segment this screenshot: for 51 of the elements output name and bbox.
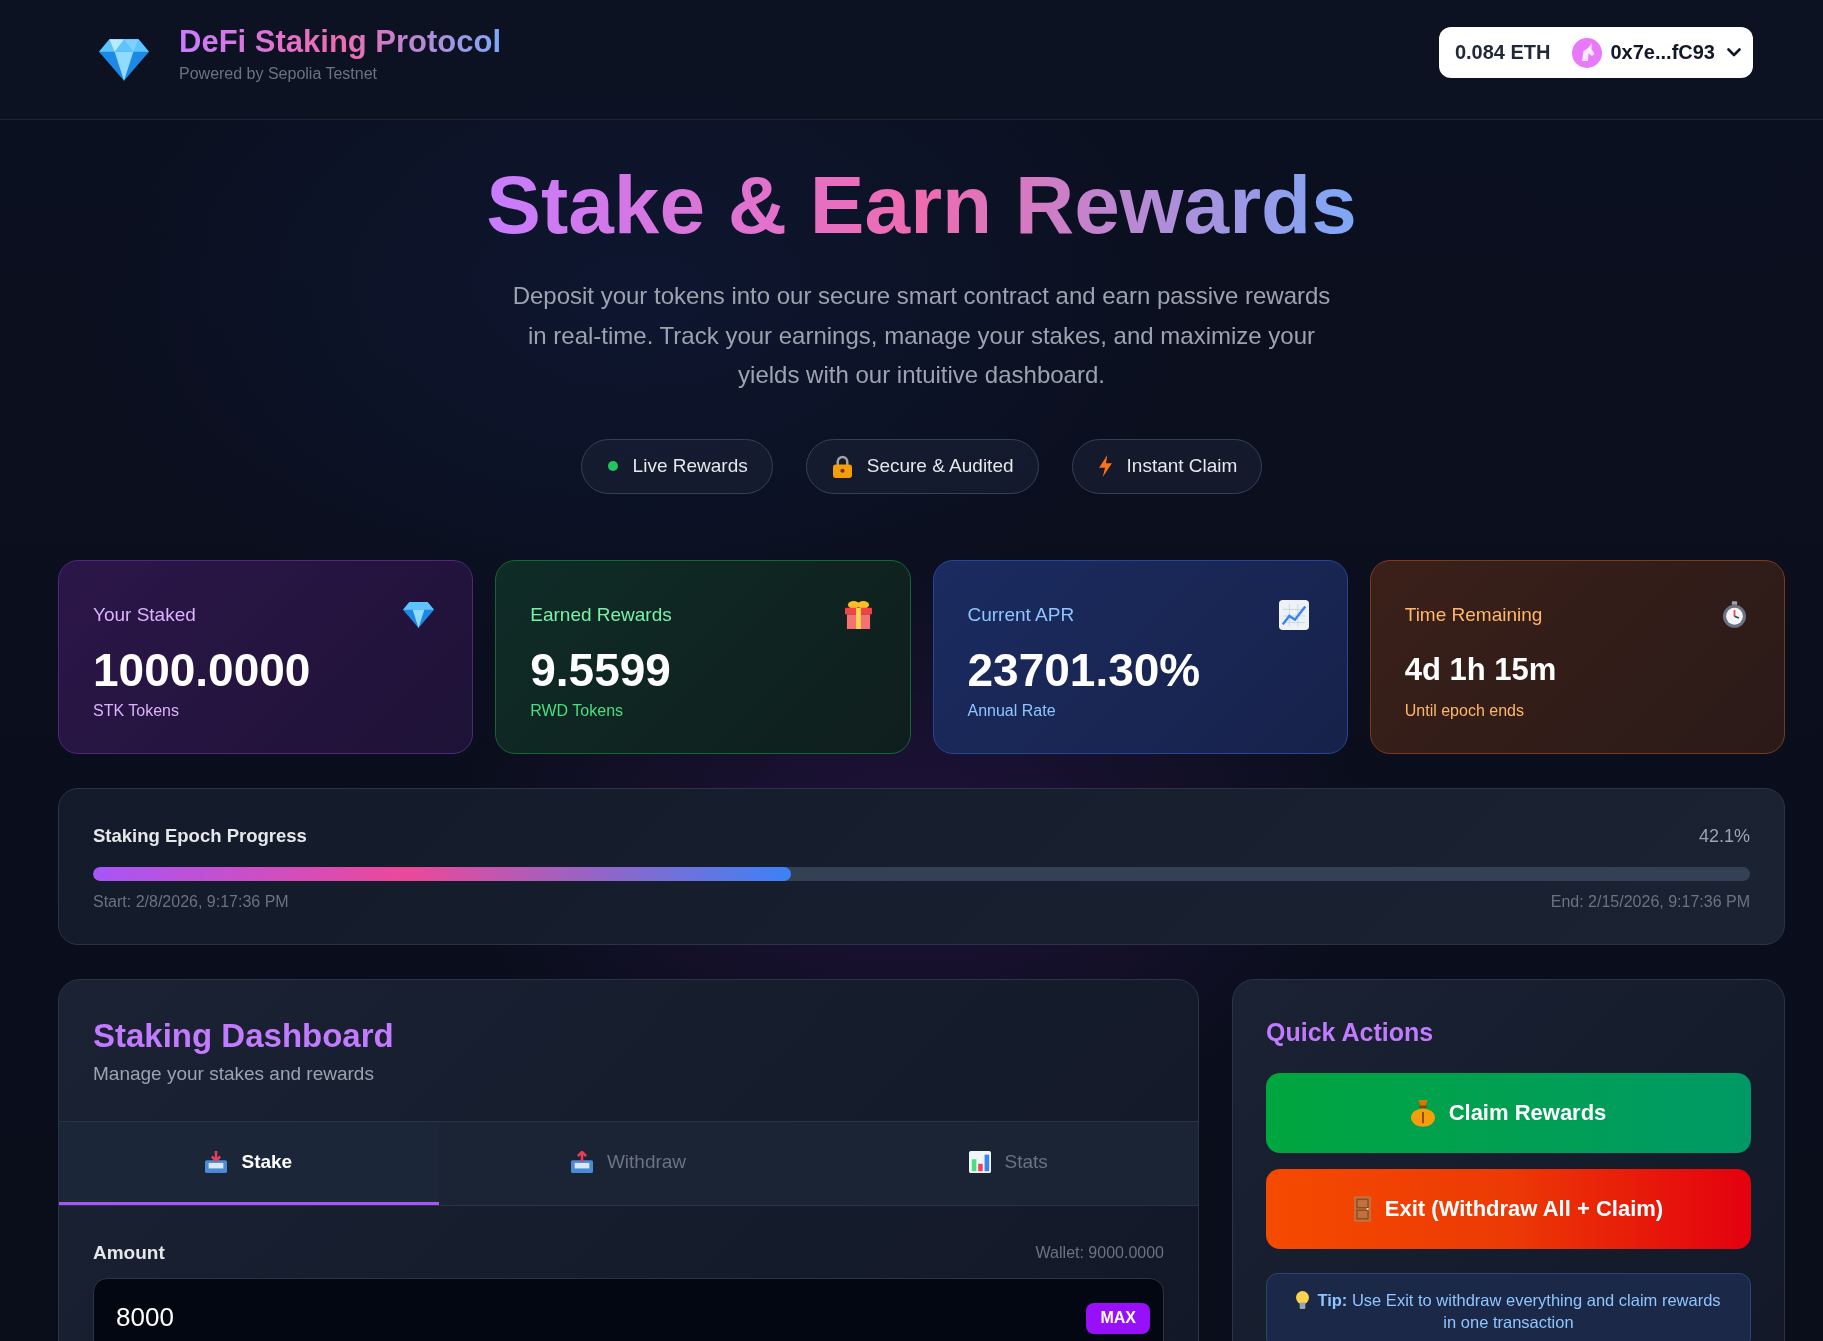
progress-title: Staking Epoch Progress bbox=[93, 823, 307, 848]
diamond-icon bbox=[99, 38, 149, 81]
badge-label: Live Rewards bbox=[632, 455, 748, 477]
bar-chart-icon bbox=[968, 1150, 991, 1173]
account-button[interactable]: 0x7e...fC93 bbox=[1572, 37, 1741, 68]
stat-caption: STK Tokens bbox=[93, 700, 180, 721]
money-bag-icon bbox=[1410, 1098, 1435, 1127]
diamond-icon bbox=[403, 601, 435, 628]
epoch-start: Start: 2/8/2026, 9:17:36 PM bbox=[93, 891, 289, 912]
panel-title: Quick Actions bbox=[1266, 1016, 1435, 1048]
status-dot-icon bbox=[607, 461, 618, 471]
stat-label: Your Staked bbox=[93, 603, 196, 626]
badge-label: Secure & Audited bbox=[866, 455, 1014, 477]
stat-label: Earned Rewards bbox=[530, 603, 672, 626]
stat-value: 1000.0000 bbox=[93, 642, 312, 698]
progress-percent: 42.1% bbox=[1698, 824, 1750, 848]
badge-label: Instant Claim bbox=[1126, 455, 1238, 477]
lightbulb-icon bbox=[1296, 1290, 1310, 1309]
door-icon bbox=[1353, 1195, 1371, 1222]
line-chart-icon bbox=[1278, 599, 1309, 630]
lock-icon bbox=[832, 454, 852, 478]
tray-arrow-down-icon bbox=[205, 1150, 228, 1173]
wallet-balance: 0.084 ETH bbox=[1454, 41, 1551, 64]
tip-text: Tip: Use Exit to withdraw everything and claim rewards in one transaction bbox=[1317, 1290, 1721, 1331]
tray-arrow-up-icon bbox=[570, 1150, 593, 1173]
exit-button[interactable]: Exit (Withdraw All + Claim) bbox=[1266, 1168, 1751, 1249]
app-subtitle: Powered by Sepolia Testnet bbox=[179, 63, 378, 84]
panel-subtitle: Manage your stakes and rewards bbox=[93, 1061, 375, 1086]
panel-title: Staking Dashboard bbox=[93, 1015, 395, 1056]
stat-caption: Until epoch ends bbox=[1404, 700, 1525, 721]
stat-caption: RWD Tokens bbox=[530, 700, 625, 721]
stat-value: 4d 1h 15m bbox=[1404, 650, 1558, 689]
chevron-down-icon bbox=[1727, 48, 1741, 57]
wallet-balance-note: Wallet: 9000.0000 bbox=[1035, 1242, 1164, 1263]
stopwatch-icon bbox=[1723, 601, 1746, 628]
claim-rewards-button[interactable]: Claim Rewards bbox=[1266, 1072, 1751, 1153]
stat-value: 9.5599 bbox=[530, 642, 672, 698]
gift-icon bbox=[844, 600, 872, 629]
tab[interactable]: Stats bbox=[818, 1121, 1198, 1205]
avatar-icon bbox=[1572, 37, 1603, 68]
hero-description: Deposit your tokens into our secure smart contract and earn passive rewards in real-time. Track your earnings, manage your stakes, and maximize your yields with our intuitive dashboard. bbox=[511, 281, 1332, 390]
stat-value: 23701.30% bbox=[967, 642, 1202, 698]
tab[interactable]: Stake bbox=[59, 1121, 439, 1205]
field-label: Amount bbox=[93, 1241, 165, 1264]
stat-caption: Annual Rate bbox=[967, 700, 1057, 721]
stat-label: Current APR bbox=[967, 603, 1075, 626]
epoch-end: End: 2/15/2026, 9:17:36 PM bbox=[1550, 891, 1750, 912]
lightning-icon bbox=[1098, 455, 1112, 477]
stat-label: Time Remaining bbox=[1404, 603, 1543, 626]
tab[interactable]: Withdraw bbox=[438, 1121, 819, 1205]
max-button[interactable]: MAX bbox=[1086, 1302, 1150, 1334]
